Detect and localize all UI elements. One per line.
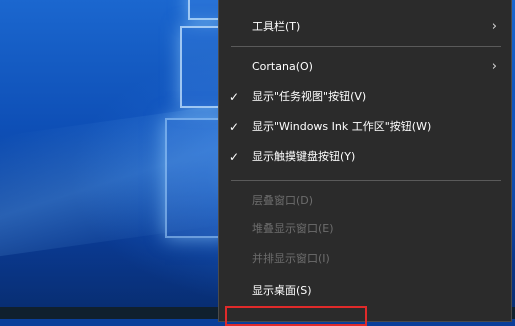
menu-item-label: 显示触摸键盘按钮(Y): [252, 150, 356, 163]
menu-item-label: 工具栏(T): [252, 20, 301, 33]
menu-separator: [231, 46, 501, 47]
chevron-right-icon: ›: [491, 19, 497, 34]
taskbar-context-menu: 工具栏(T) › Cortana(O) › ✓ 显示"任务视图"按钮(V) ✓ …: [218, 0, 512, 322]
menu-item-label: 层叠窗口(D): [252, 194, 314, 207]
chevron-right-icon: ›: [491, 59, 497, 74]
menu-item-show-touch-keyboard[interactable]: ✓ 显示触摸键盘按钮(Y): [219, 144, 511, 170]
checkmark-icon: ✓: [229, 90, 240, 104]
menu-item-label: 显示"Windows Ink 工作区"按钮(W): [252, 120, 432, 133]
menu-item-cascade-windows: 层叠窗口(D): [219, 188, 511, 214]
menu-item-show-windows-ink[interactable]: ✓ 显示"Windows Ink 工作区"按钮(W): [219, 114, 511, 140]
menu-item-side-by-side-windows: 并排显示窗口(I): [219, 246, 511, 272]
menu-item-cortana[interactable]: Cortana(O) ›: [219, 54, 511, 80]
menu-item-toolbars[interactable]: 工具栏(T) ›: [219, 14, 511, 40]
highlight-annotation-box: [225, 306, 367, 326]
menu-item-label: 堆叠显示窗口(E): [252, 222, 334, 235]
menu-item-stack-windows: 堆叠显示窗口(E): [219, 216, 511, 242]
menu-separator: [231, 180, 501, 181]
menu-item-show-task-view[interactable]: ✓ 显示"任务视图"按钮(V): [219, 84, 511, 110]
checkmark-icon: ✓: [229, 150, 240, 164]
menu-item-label: Cortana(O): [252, 60, 313, 73]
menu-item-label: 显示桌面(S): [252, 284, 312, 297]
menu-item-label: 并排显示窗口(I): [252, 252, 330, 265]
menu-item-show-desktop[interactable]: 显示桌面(S): [219, 278, 511, 304]
checkmark-icon: ✓: [229, 120, 240, 134]
menu-item-label: 显示"任务视图"按钮(V): [252, 90, 367, 103]
